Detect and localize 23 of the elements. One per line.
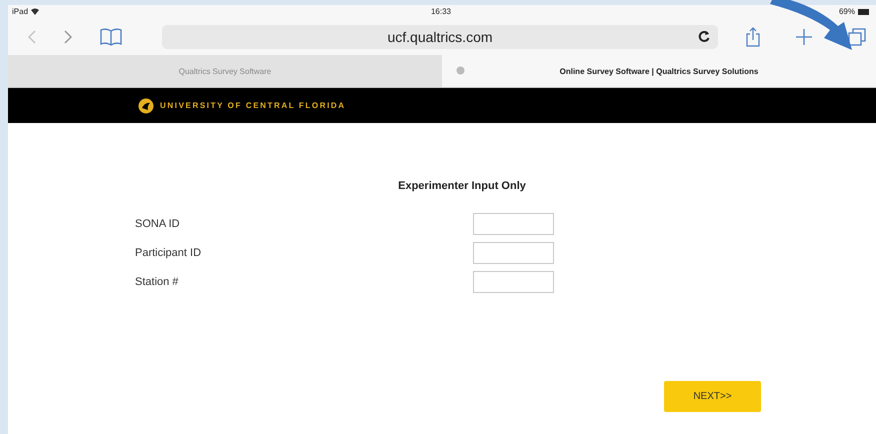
device-name: iPad [12,7,28,16]
field-label: Participant ID [135,247,202,259]
battery-icon [858,8,870,14]
back-icon[interactable] [28,30,36,44]
wifi-icon [31,8,40,15]
tabs-icon[interactable] [848,28,866,46]
field-label: SONA ID [135,218,181,230]
forward-icon[interactable] [64,30,72,44]
share-icon[interactable] [746,26,760,46]
reload-icon[interactable] [698,30,710,42]
input-field[interactable] [473,271,554,293]
next-button[interactable]: NEXT>> [664,381,761,412]
field-label: Station # [135,276,180,288]
clock-time: 16:33 [430,7,452,16]
form-heading: Experimenter Input Only [397,180,527,192]
browser-tab[interactable]: Online Survey Software | Qualtrics Survey Solutions [442,55,876,87]
input-field[interactable] [473,213,554,235]
battery-percent: 69% [838,7,855,16]
input-field[interactable] [473,242,554,264]
address-bar[interactable]: ucf.qualtrics.com [162,24,718,48]
bookmarks-icon[interactable] [100,28,122,46]
university-name: UNIVERSITY OF CENTRAL FLORIDA [160,101,346,110]
plus-icon[interactable] [796,28,812,44]
